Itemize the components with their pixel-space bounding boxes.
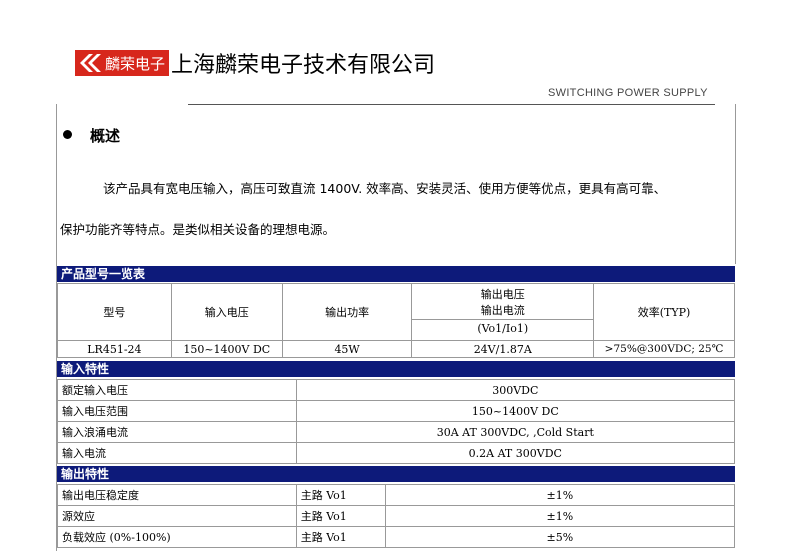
output-sub: 主路 Vo1 [295,484,386,506]
header-input-voltage: 输入电压 [170,283,283,341]
table-row: 输入电流 0.2A AT 300VDC [57,442,736,464]
output-sub: 主路 Vo1 [295,526,386,548]
input-value: 30A AT 300VDC, ,Cold Start [295,421,736,443]
table-row: 型号 输入电压 输出功率 输出电压 输出电流 (Vo1/Io1) 效率(TYP) [57,283,735,341]
output-value: ±1% [384,505,736,527]
input-label: 输入电压范围 [57,400,297,422]
header-output-voltage: 输出电压 [480,287,525,301]
cell-model: LR451-24 [57,340,172,358]
frame-right-border [735,104,736,264]
input-value: 150~1400V DC [295,400,736,422]
output-value: ±1% [384,484,736,506]
input-label: 额定输入电压 [57,379,297,401]
output-label: 源效应 [57,505,297,527]
header-output: 输出电压 输出电流 (Vo1/Io1) [411,283,595,341]
overview-title: 概述 [90,127,121,145]
double-chevron-left-icon [80,54,101,72]
table-row: 额定输入电压 300VDC [57,379,736,401]
header-efficiency: 效率(TYP) [593,283,735,341]
table-row: 输入浪涌电流 30A AT 300VDC, ,Cold Start [57,421,736,443]
company-name: 上海麟荣电子技术有限公司 [171,53,436,78]
cell-input-voltage: 150~1400V DC [170,340,283,358]
table-row: 负载效应 (0%-100%) 主路 Vo1 ±5% [57,526,736,548]
output-label: 负载效应 (0%-100%) [57,526,297,548]
table-row: 输出电压稳定度 主路 Vo1 ±1% [57,484,736,506]
input-value: 0.2A AT 300VDC [295,442,736,464]
document-subtitle: SWITCHING POWER SUPPLY [548,87,708,99]
input-section-header: 输入特性 [57,361,735,377]
table-row: LR451-24 150~1400V DC 45W 24V/1.87A >75%… [57,340,735,358]
cell-output: 24V/1.87A [411,340,595,358]
header-output-unit: (Vo1/Io1) [412,318,594,338]
model-table: 型号 输入电压 输出功率 输出电压 输出电流 (Vo1/Io1) 效率(TYP)… [57,283,735,358]
table-row: 输入电压范围 150~1400V DC [57,400,736,422]
output-value: ±5% [384,526,736,548]
logo-badge-text: 麟荣电子 [105,54,166,73]
header-output-power: 输出功率 [281,283,413,341]
header-output-current: 输出电流 [480,303,525,317]
output-section-header: 输出特性 [57,466,735,482]
cell-output-power: 45W [281,340,413,358]
header-divider [188,104,715,105]
output-sub: 主路 Vo1 [295,505,386,527]
company-logo: 麟荣电子 上海麟荣电子技术有限公司 [75,50,436,78]
header-model: 型号 [57,283,172,341]
input-value: 300VDC [295,379,736,401]
input-label: 输入电流 [57,442,297,464]
cell-efficiency: >75%@300VDC; 25℃ [593,340,735,358]
output-table: 输出电压稳定度 主路 Vo1 ±1% 源效应 主路 Vo1 ±1% 负载效应 (0%-1… [57,484,736,548]
table-row: 源效应 主路 Vo1 ±1% [57,505,736,527]
overview-paragraph-2: 保护功能齐等特点。是类似相关设备的理想电源。 [60,222,336,237]
bullet-icon [63,130,72,139]
output-label: 输出电压稳定度 [57,484,297,506]
model-section-header: 产品型号一览表 [57,266,735,282]
logo-badge: 麟荣电子 [75,50,170,76]
input-label: 输入浪涌电流 [57,421,297,443]
input-table: 额定输入电压 300VDC 输入电压范围 150~1400V DC 输入浪涌电流 30… [57,379,736,464]
overview-paragraph-1: 该产品具有宽电压输入，高压可致直流 1400V. 效率高、安装灵活、使用方便等优… [103,181,667,196]
